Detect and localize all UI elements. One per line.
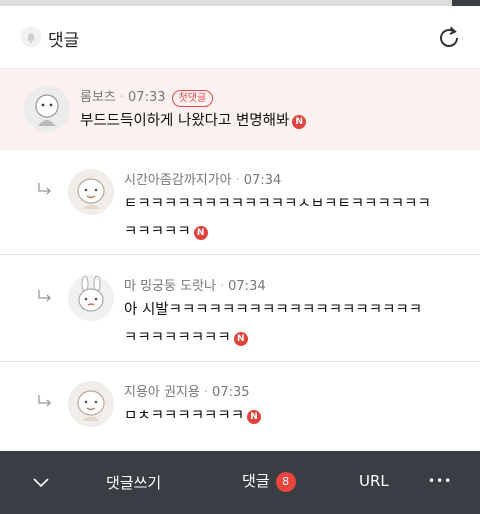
comment-text: ㅌㅋㅋㅋㅋㅋㅋㅋㅋㅋㅋㅋㅋㅅㅂㅋㅌㅋㅋㅋㅋㅋㅋ ㅋㅋㅋㅋㅋ N xyxy=(124,196,431,240)
comment-author[interactable]: 롬보츠 xyxy=(80,90,116,105)
comment-time: 07:34 xyxy=(228,279,266,294)
comment-item: 롬보츠 · 07:33 첫댓글 부드드득이하게 나왔다고 변명해봐 N xyxy=(0,69,480,150)
comment-time: 07:35 xyxy=(212,385,250,400)
comment-author[interactable]: 마 밍궁둥 도랏나 xyxy=(124,279,216,294)
comments-header: 댓글 xyxy=(0,6,480,69)
reply-item: 마 밍궁둥 도랏나 · 07:34 아 시발ㅋㅋㅋㅋㅋㅋㅋㅋㅋㅋㅋㅋㅋㅋㅋㅋㅋㅋㅋ … xyxy=(0,255,480,362)
refresh-icon[interactable] xyxy=(434,23,464,53)
comment-meta: 시간아좀감까지가아 · 07:34 xyxy=(124,173,282,188)
comment-author[interactable]: 시간아좀감까지가아 xyxy=(124,173,232,188)
comment-meta: 롬보츠 · 07:33 첫댓글 xyxy=(80,86,214,107)
bottom-toolbar: 댓글쓰기 댓글 8 URL ••• xyxy=(0,451,480,514)
comment-text: 부드드득이하게 나왔다고 변명해봐 N xyxy=(80,107,307,135)
new-icon: N xyxy=(193,226,208,240)
bell-icon[interactable] xyxy=(20,26,42,48)
chevron-down-icon[interactable] xyxy=(32,473,50,495)
write-comment-button[interactable]: 댓글쓰기 xyxy=(106,472,161,493)
comment-text: 아 시발ㅋㅋㅋㅋㅋㅋㅋㅋㅋㅋㅋㅋㅋㅋㅋㅋㅋㅋㅋ ㅋㅋㅋㅋㅋㅋㅋㅋ N xyxy=(124,302,423,346)
new-icon: N xyxy=(233,332,248,346)
comment-author[interactable]: 지용아 권지용 xyxy=(124,385,200,400)
new-icon: N xyxy=(247,410,262,424)
first-comment-badge: 첫댓글 xyxy=(171,90,214,107)
reply-item: 시간아좀감까지가아 · 07:34 ㅌㅋㅋㅋㅋㅋㅋㅋㅋㅋㅋㅋㅋㅅㅂㅋㅌㅋㅋㅋㅋㅋㅋ … xyxy=(0,150,480,255)
comment-meta: 지용아 권지용 · 07:35 xyxy=(124,385,250,400)
comment-time: 07:34 xyxy=(243,173,282,188)
page-title: 댓글 xyxy=(48,31,80,51)
avatar[interactable] xyxy=(68,275,114,321)
avatar[interactable] xyxy=(68,381,114,427)
comment-text: ㅁㅊㅋㅋㅋㅋㅋㅋㅋ N xyxy=(124,402,262,430)
reply-arrow-icon xyxy=(37,288,53,302)
comment-meta: 마 밍궁둥 도랏나 · 07:34 xyxy=(124,279,266,294)
comments-label: 댓글 xyxy=(242,472,270,490)
comments-button[interactable]: 댓글 8 xyxy=(242,470,296,492)
comment-count-badge: 8 xyxy=(275,472,296,492)
avatar[interactable] xyxy=(24,86,70,132)
avatar[interactable] xyxy=(68,169,114,215)
url-button[interactable]: URL xyxy=(359,472,389,490)
more-icon[interactable]: ••• xyxy=(428,474,452,488)
reply-arrow-icon xyxy=(37,181,53,195)
reply-arrow-icon xyxy=(37,393,53,407)
reply-item: 지용아 권지용 · 07:35 ㅁㅊㅋㅋㅋㅋㅋㅋㅋ N xyxy=(0,362,480,450)
comment-time: 07:33 xyxy=(128,90,166,105)
new-icon: N xyxy=(292,115,307,129)
